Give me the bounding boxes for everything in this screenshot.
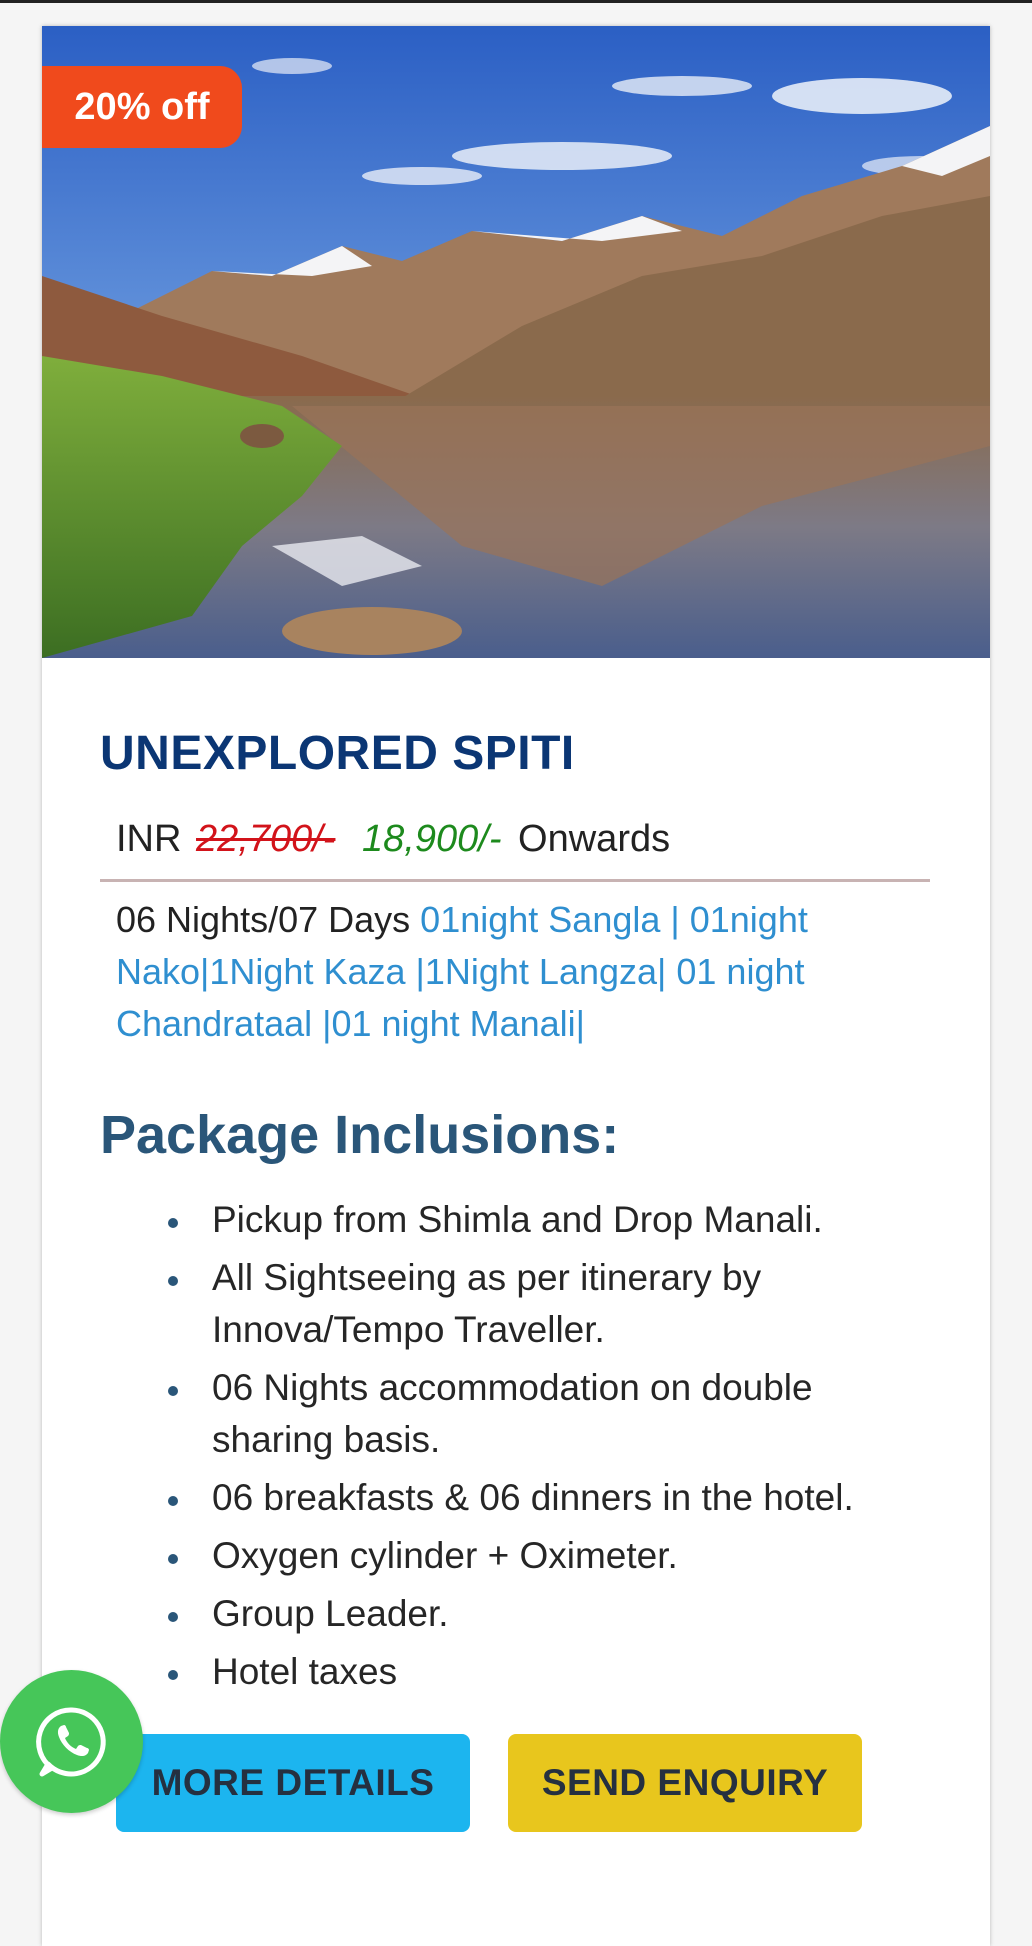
duration-itinerary: 06 Nights/07 Days 01night Sangla | 01nig…	[116, 894, 916, 1050]
bullet-icon	[168, 1276, 178, 1286]
inclusion-item: Group Leader.	[100, 1588, 940, 1640]
inclusion-item: Oxygen cylinder + Oximeter.	[100, 1530, 940, 1582]
top-border	[0, 0, 1032, 3]
send-enquiry-button[interactable]: SEND ENQUIRY	[508, 1734, 862, 1832]
duration-label: 06 Nights/07 Days	[116, 899, 411, 940]
bullet-icon	[168, 1612, 178, 1622]
more-details-button[interactable]: MORE DETAILS	[116, 1734, 470, 1832]
whatsapp-button[interactable]	[0, 1670, 143, 1813]
package-card: 20% off UNEXPLORED SPITI INR 22,700/- 18…	[42, 26, 990, 1946]
original-price: 22,700/-	[196, 818, 336, 860]
bullet-icon	[168, 1386, 178, 1396]
bullet-icon	[168, 1554, 178, 1564]
price-line: INR 22,700/- 18,900/- Onwards	[116, 818, 670, 861]
bullet-icon	[168, 1496, 178, 1506]
discounted-price: 18,900/-	[362, 818, 502, 860]
inclusion-item: 06 breakfasts & 06 dinners in the hotel.	[100, 1472, 940, 1524]
package-title[interactable]: UNEXPLORED SPITI	[100, 726, 575, 781]
inclusions-list: Pickup from Shimla and Drop Manali. All …	[100, 1194, 940, 1704]
bullet-icon	[168, 1670, 178, 1680]
inclusions-heading: Package Inclusions:	[100, 1105, 620, 1165]
discount-badge: 20% off	[42, 66, 242, 148]
discount-label: 20% off	[74, 85, 210, 128]
inclusion-item: Pickup from Shimla and Drop Manali.	[100, 1194, 940, 1246]
inclusion-item: All Sightseeing as per itinerary by Inno…	[100, 1252, 940, 1356]
package-image[interactable]: 20% off	[42, 26, 990, 658]
currency-label: INR	[116, 818, 182, 860]
divider	[100, 879, 930, 882]
whatsapp-icon	[35, 1706, 106, 1776]
inclusion-item: Hotel taxes	[100, 1646, 940, 1698]
inclusion-item: 06 Nights accommodation on double sharin…	[100, 1362, 940, 1466]
bullet-icon	[168, 1218, 178, 1228]
price-suffix: Onwards	[518, 818, 671, 860]
